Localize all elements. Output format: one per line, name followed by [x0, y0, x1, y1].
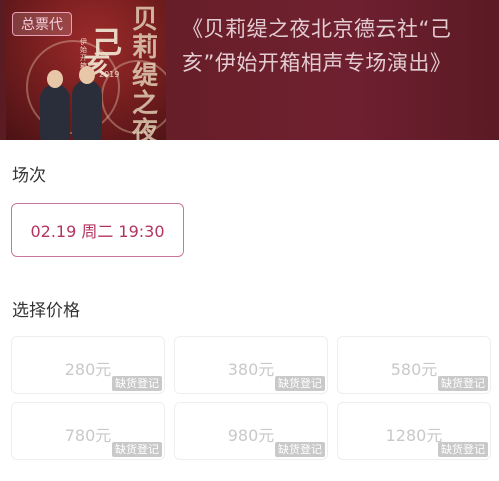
poster-date: 2019 — [99, 70, 120, 79]
price-option-280[interactable]: 280元 缺货登记 — [11, 336, 165, 394]
performer-figure — [72, 80, 102, 140]
price-option-780[interactable]: 780元 缺货登记 — [11, 402, 165, 460]
event-title: 《贝莉缇之夜北京德云社“己亥”伊始开箱相声专场演出》 — [182, 17, 452, 75]
price-option-1280[interactable]: 1280元 缺货登记 — [337, 402, 491, 460]
price-option-380[interactable]: 380元 缺货登记 — [174, 336, 328, 394]
agency-badge: 总票代 — [12, 12, 72, 36]
price-option-980[interactable]: 980元 缺货登记 — [174, 402, 328, 460]
performer-face — [47, 70, 63, 88]
performer-face — [79, 66, 95, 84]
performer-figure — [40, 84, 70, 140]
price-section-label: 选择价格 — [12, 301, 80, 321]
session-section-label: 场次 — [12, 166, 46, 186]
session-option-label: 02.19 周二 19:30 — [30, 222, 165, 241]
poster-vertical-title: 贝莉缇之夜 — [132, 5, 159, 140]
out-of-stock-tag: 缺货登记 — [275, 442, 325, 457]
out-of-stock-tag: 缺货登记 — [112, 442, 162, 457]
out-of-stock-tag: 缺货登记 — [112, 376, 162, 391]
price-option-580[interactable]: 580元 缺货登记 — [337, 336, 491, 394]
session-option-selected[interactable]: 02.19 周二 19:30 — [11, 203, 184, 257]
out-of-stock-tag: 缺货登记 — [438, 442, 488, 457]
event-header: 己 亥 贝莉缇之夜 伊始开箱相声专场 2019 总票代 《贝莉缇之夜北京德云社“… — [0, 0, 499, 140]
out-of-stock-tag: 缺货登记 — [438, 376, 488, 391]
out-of-stock-tag: 缺货登记 — [275, 376, 325, 391]
